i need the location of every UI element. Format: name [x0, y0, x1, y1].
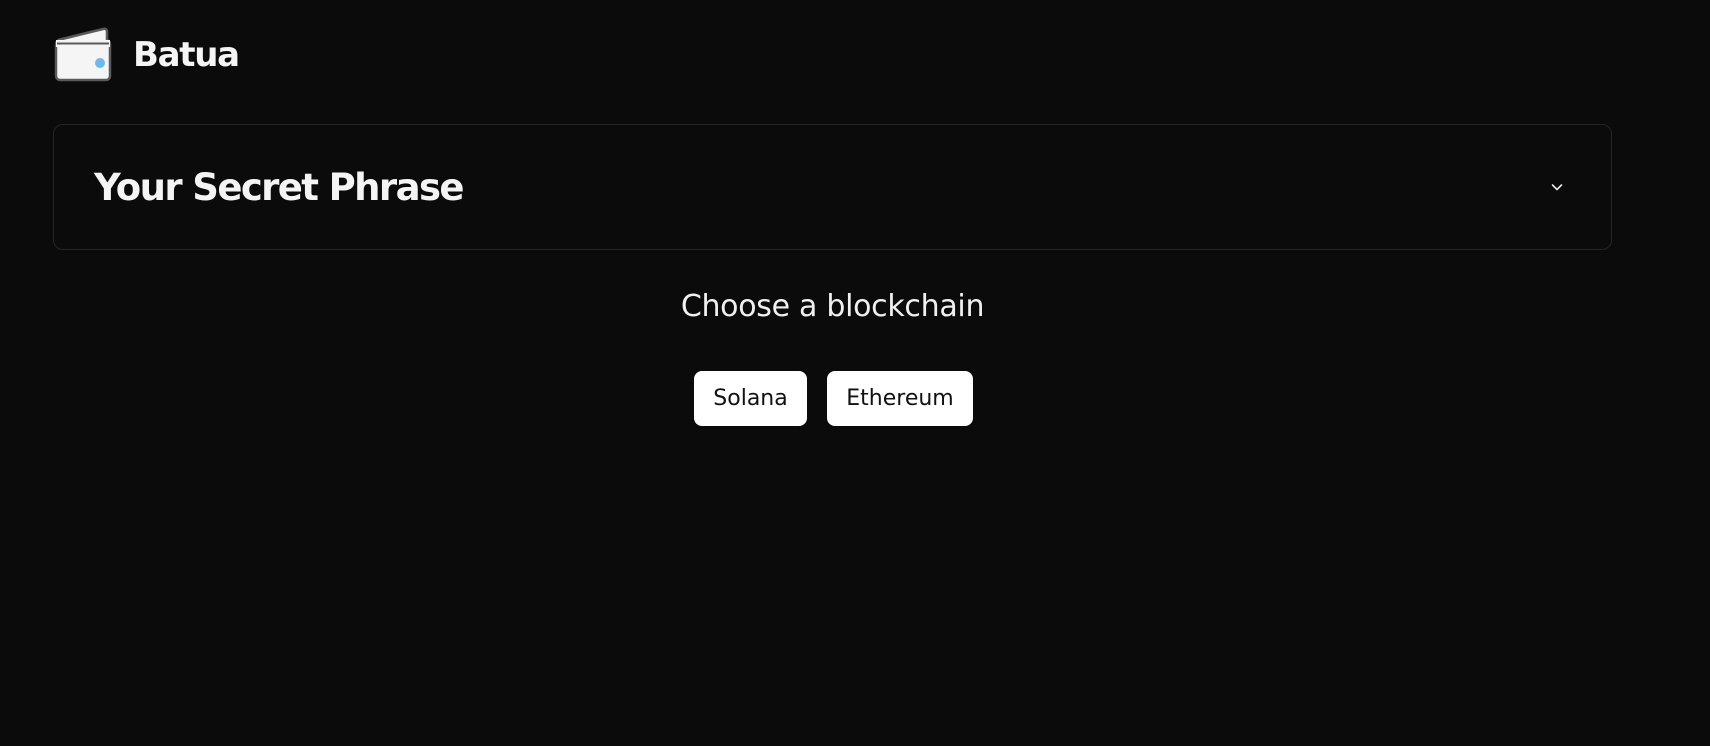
- choose-blockchain-heading: Choose a blockchain: [680, 289, 985, 324]
- brand-header: Batua: [53, 26, 240, 84]
- chevron-down-icon[interactable]: [1549, 179, 1565, 195]
- page: Batua Your Secret Phrase Choose a blockc…: [0, 0, 1710, 746]
- wallet-icon: [54, 27, 112, 82]
- blockchain-options: Solana Ethereum: [694, 371, 973, 426]
- app-name: Batua: [133, 35, 240, 75]
- ethereum-button[interactable]: Ethereum: [827, 371, 973, 426]
- secret-phrase-accordion[interactable]: Your Secret Phrase: [53, 124, 1612, 250]
- wallet-clasp: [95, 58, 105, 68]
- secret-phrase-title: Your Secret Phrase: [94, 165, 464, 209]
- solana-button[interactable]: Solana: [694, 371, 807, 426]
